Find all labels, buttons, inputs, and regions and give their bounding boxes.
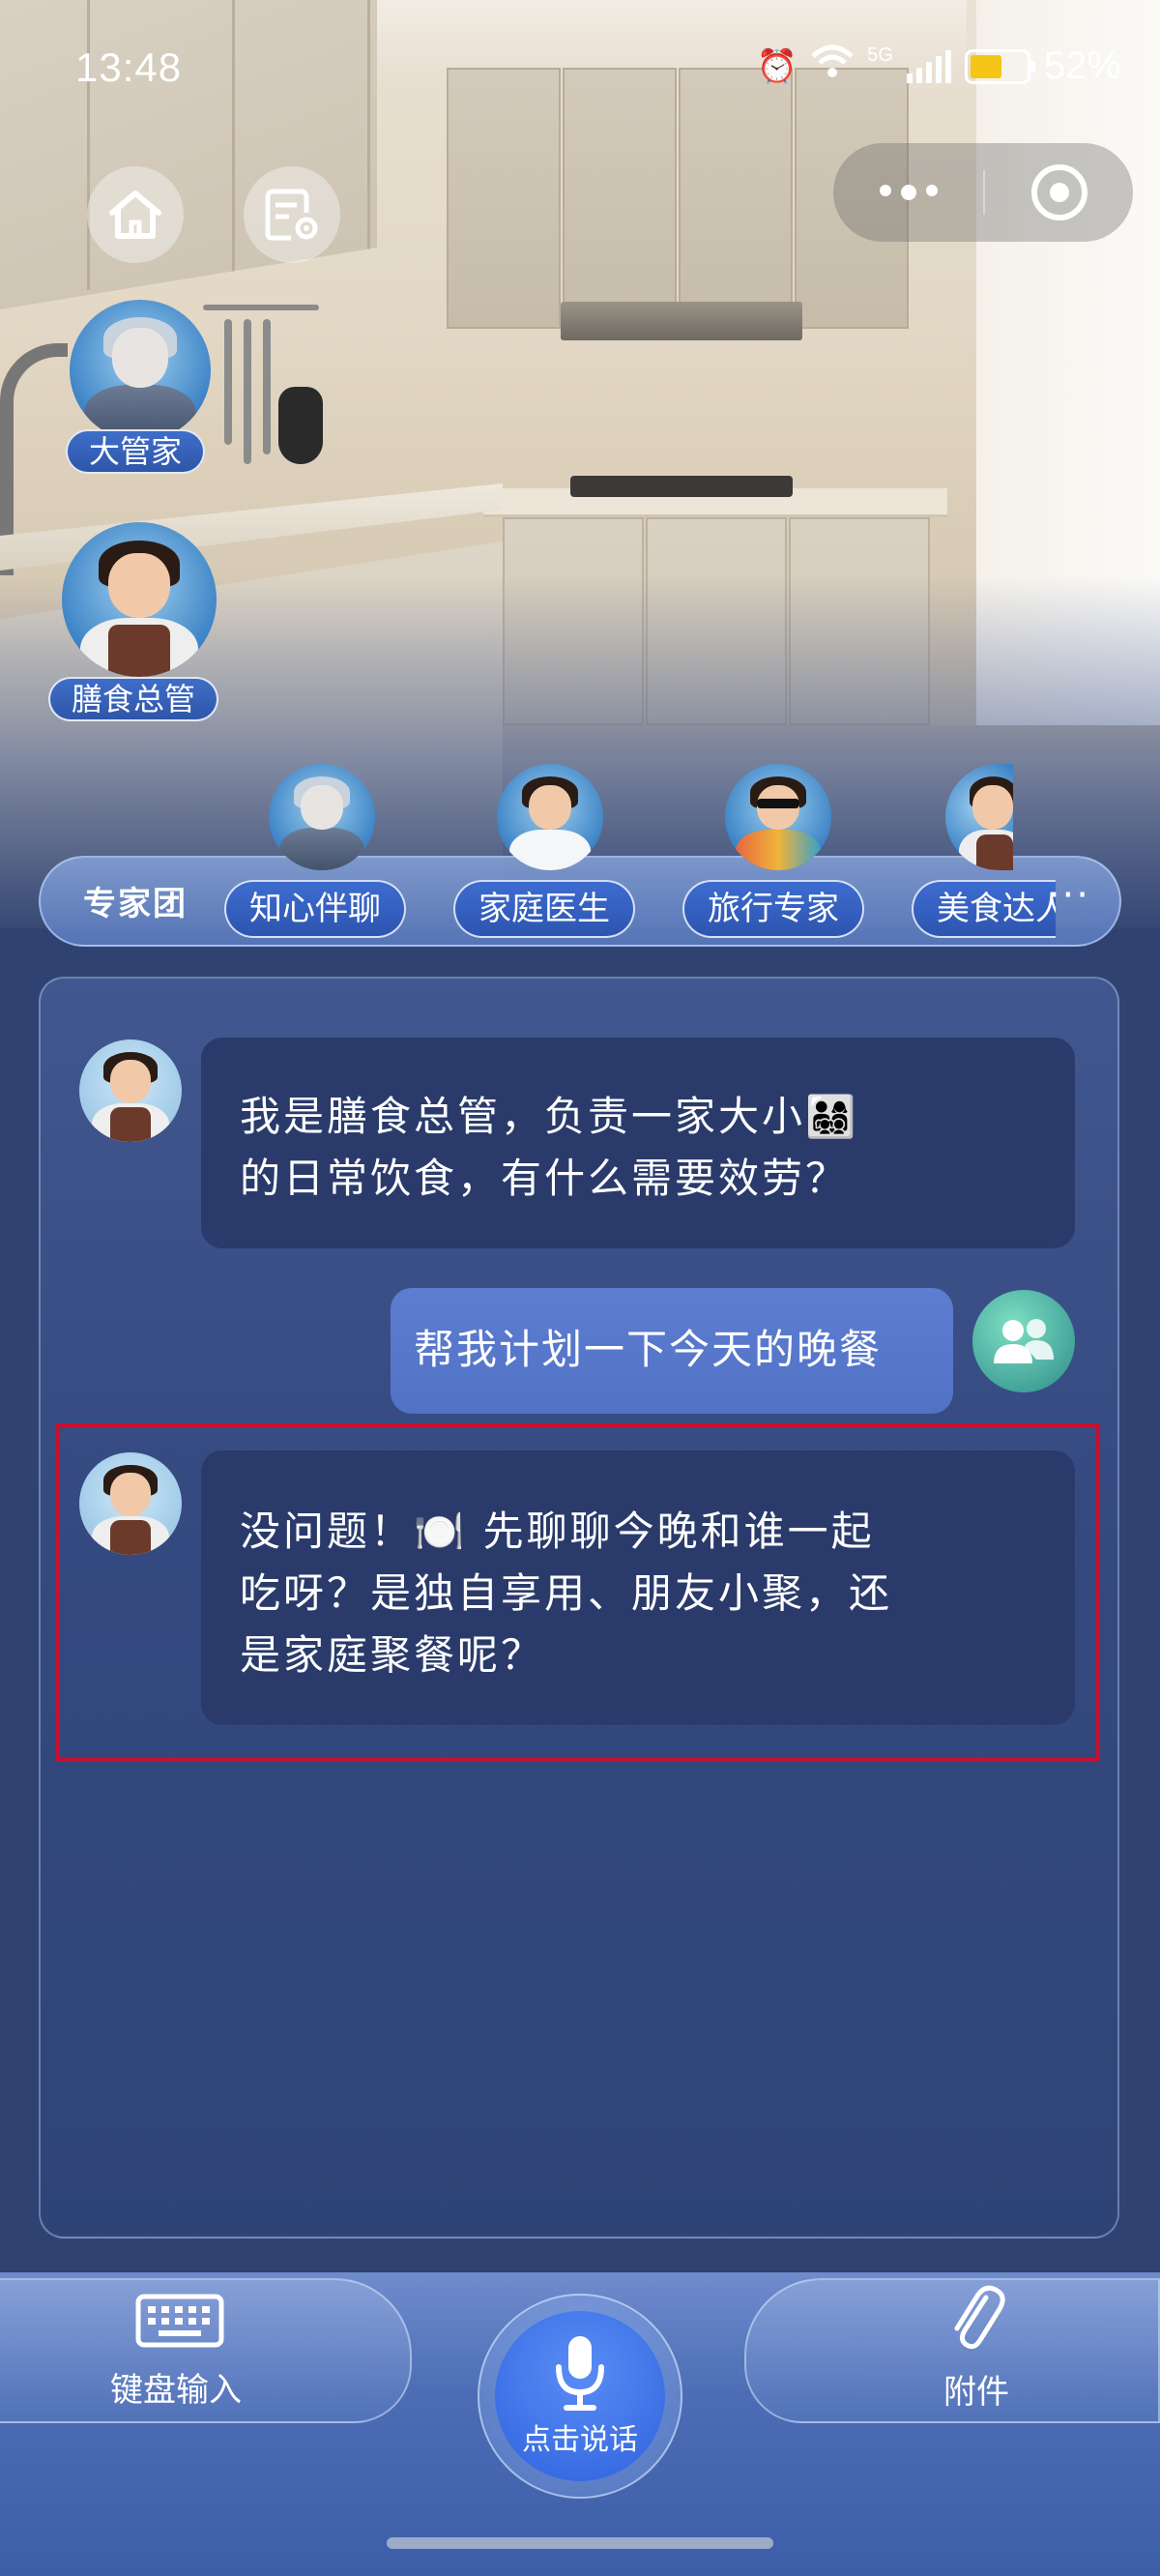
network-type: 5G: [867, 44, 893, 66]
paperclip-icon: [954, 2285, 1005, 2350]
butler-avatar[interactable]: [70, 300, 211, 441]
user-avatar: [972, 1290, 1075, 1392]
expert-chip-companion[interactable]: 知心伴聊: [224, 880, 406, 938]
expert-chip-doctor[interactable]: 家庭医生: [453, 880, 635, 938]
status-icons: ⏰ 5G 52%: [757, 44, 1121, 88]
settings-button[interactable]: [244, 166, 340, 263]
expert-avatar-travel[interactable]: [725, 764, 831, 870]
expert-more-button[interactable]: ···: [1048, 873, 1090, 918]
signal-icon: [906, 49, 951, 83]
users-icon: [994, 1319, 1054, 1363]
chef-name-tag[interactable]: 膳食总管: [48, 677, 219, 721]
battery-level: 52%: [1043, 44, 1121, 87]
home-indicator: [387, 2537, 773, 2549]
battery-icon: [964, 48, 1035, 84]
user-message-bubble: 帮我计划一下今天的晚餐: [391, 1288, 953, 1414]
home-icon: [109, 190, 161, 239]
expert-chip-travel[interactable]: 旅行专家: [682, 880, 864, 938]
voice-input-label[interactable]: 点击说话: [495, 2415, 665, 2458]
expert-avatar-doctor[interactable]: [497, 764, 603, 870]
wifi-icon: [811, 44, 854, 88]
home-button[interactable]: [87, 166, 184, 263]
status-time: 13:48: [75, 44, 183, 90]
mini-program-capsule: [833, 143, 1133, 242]
target-icon: [1030, 164, 1088, 220]
keyboard-input-label[interactable]: 键盘输入: [110, 2363, 242, 2411]
expert-avatar-companion[interactable]: [269, 764, 375, 870]
chef-chat-avatar: [79, 1039, 182, 1142]
more-options-button[interactable]: [833, 185, 983, 200]
butler-name-tag[interactable]: 大管家: [66, 429, 206, 474]
close-miniprogram-button[interactable]: [985, 164, 1133, 220]
status-bar: 13:48 ⏰ 5G 52%: [0, 0, 1160, 135]
bot-message-bubble: 我是膳食总管，负责一家大小👨‍👩‍👧‍👦 的日常饮食，有什么需要效劳？: [201, 1038, 1075, 1248]
expert-list[interactable]: 知心伴聊 家庭医生 旅行专家 美食达人: [224, 858, 1056, 949]
alarm-icon: ⏰: [756, 47, 798, 85]
highlight-box: [56, 1423, 1100, 1762]
keyboard-icon: [135, 2294, 224, 2348]
manage-settings-icon: [265, 189, 318, 241]
chef-avatar[interactable]: [62, 522, 217, 677]
microphone-icon: [556, 2336, 604, 2411]
expert-group-title: 专家团: [83, 885, 188, 923]
expert-chip-food[interactable]: 美食达人: [912, 880, 1056, 938]
attachment-label[interactable]: 附件: [943, 2365, 1009, 2413]
